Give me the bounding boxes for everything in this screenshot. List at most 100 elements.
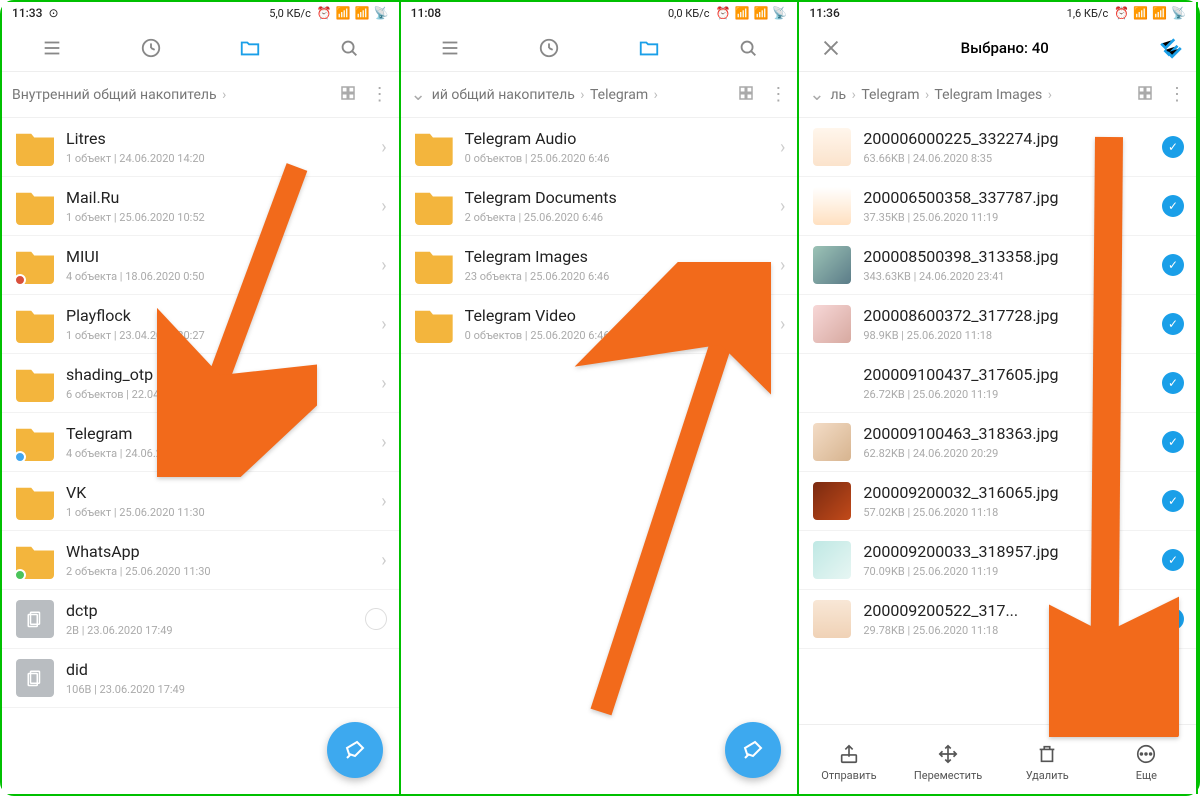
list-item[interactable]: Telegram Video0 объектов | 25.06.2020 6:… <box>401 295 798 354</box>
item-sub: 62.82KB | 24.06.2020 20:29 <box>863 447 1150 460</box>
folder-tab[interactable] <box>230 28 270 68</box>
breadcrumb[interactable]: ль › Telegram › Telegram Images › <box>830 87 1136 103</box>
item-name: 200009100437_317605.jpg <box>863 365 1150 384</box>
more-button[interactable]: ⋮ <box>1168 84 1186 105</box>
list-item[interactable]: 200006500358_337787.jpg37.35KB | 25.06.2… <box>799 177 1196 236</box>
action-label: Удалить <box>1026 769 1069 782</box>
grid-view-button[interactable] <box>737 84 755 106</box>
item-name: Mail.Ru <box>66 188 369 207</box>
recent-tab[interactable] <box>131 28 171 68</box>
checked-icon[interactable]: ✓ <box>1162 195 1184 217</box>
item-name: 200008600372_317728.jpg <box>863 306 1150 325</box>
action-share[interactable]: Отправить <box>809 743 889 782</box>
list-item[interactable]: Playflock1 объект | 23.04.2020 20:27› <box>2 295 399 354</box>
back-chevron[interactable]: ⌄ <box>809 84 824 105</box>
close-selection-button[interactable] <box>811 28 851 68</box>
signal-icon: 📶 <box>336 6 351 20</box>
item-meta: VK 1 объект | 25.06.2020 11:30 <box>66 483 369 519</box>
item-meta: 200009200033_318957.jpg70.09KB | 25.06.2… <box>863 542 1150 578</box>
crumb-1[interactable]: Telegram <box>861 87 919 103</box>
status-bar: 11:36 1,6 КБ/с ⏰📶📶📡 <box>799 2 1196 24</box>
list-item[interactable]: Litres1 объект | 24.06.2020 14:20› <box>2 118 399 177</box>
breadcrumb[interactable]: ий общий накопитель › Telegram › <box>432 87 738 103</box>
list-item[interactable]: 200009200522_317...29.78KB | 25.06.2020 … <box>799 590 1196 649</box>
action-more[interactable]: Еще <box>1106 743 1186 782</box>
crumb-1[interactable]: Telegram <box>590 87 648 103</box>
list-item[interactable]: did106B | 23.06.2020 17:49 <box>2 649 399 708</box>
item-meta: Telegram Documents2 объекта | 25.06.2020… <box>465 188 768 224</box>
item-sub: 1 объект | 23.04.2020 20:27 <box>66 329 369 342</box>
action-trash[interactable]: Удалить <box>1007 743 1087 782</box>
list-item[interactable]: Telegram Audio0 объектов | 25.06.2020 6:… <box>401 118 798 177</box>
more-button[interactable]: ⋮ <box>371 84 389 105</box>
crumb-2[interactable]: Telegram Images <box>934 87 1042 103</box>
grid-view-button[interactable] <box>339 84 357 106</box>
crumb-root[interactable]: Внутренний общий накопитель <box>12 87 217 103</box>
crumb-0[interactable]: ль <box>830 87 846 103</box>
breadcrumb[interactable]: Внутренний общий накопитель › <box>12 87 339 103</box>
item-meta: 200008500398_313358.jpg343.63KB | 24.06.… <box>863 247 1150 283</box>
more-button[interactable]: ⋮ <box>769 84 787 105</box>
folder-icon <box>415 305 453 343</box>
item-meta: MIUI4 объекта | 18.06.2020 0:50 <box>66 247 369 283</box>
chevron-right-icon: › <box>780 196 785 217</box>
grid-view-button[interactable] <box>1136 84 1154 106</box>
select-all-button[interactable] <box>1158 35 1184 61</box>
checked-icon[interactable]: ✓ <box>1162 254 1184 276</box>
list-item[interactable]: 200009200032_316065.jpg57.02KB | 25.06.2… <box>799 472 1196 531</box>
list-item[interactable]: 200009100437_317605.jpg26.72KB | 25.06.2… <box>799 354 1196 413</box>
alarm-icon: ⏰ <box>1114 6 1129 20</box>
item-meta: Telegram Audio0 объектов | 25.06.2020 6:… <box>465 129 768 165</box>
item-name: VK <box>66 483 369 502</box>
checked-icon[interactable]: ✓ <box>1162 136 1184 158</box>
status-time: 11:36 <box>809 6 839 20</box>
search-button[interactable] <box>728 28 768 68</box>
action-move[interactable]: Переместить <box>908 743 988 782</box>
search-button[interactable] <box>329 28 369 68</box>
list-item[interactable]: 200008500398_313358.jpg343.63KB | 24.06.… <box>799 236 1196 295</box>
folder-tab[interactable] <box>629 28 669 68</box>
list-item[interactable]: Telegram Documents2 объекта | 25.06.2020… <box>401 177 798 236</box>
item-meta: 200006500358_337787.jpg37.35KB | 25.06.2… <box>863 188 1150 224</box>
recent-tab[interactable] <box>529 28 569 68</box>
item-sub: 1 объект | 25.06.2020 11:30 <box>66 506 369 519</box>
item-meta: WhatsApp2 объекта | 25.06.2020 11:30 <box>66 542 369 578</box>
list-item[interactable]: 200009100463_318363.jpg62.82KB | 24.06.2… <box>799 413 1196 472</box>
clean-fab[interactable] <box>327 722 383 778</box>
list-item[interactable]: Telegram4 объекта | 24.06.2020 6:50› <box>2 413 399 472</box>
menu-button[interactable] <box>430 28 470 68</box>
checked-icon[interactable]: ✓ <box>1162 313 1184 335</box>
checked-icon[interactable]: ✓ <box>1162 549 1184 571</box>
list-item[interactable]: 200006000225_332274.jpg63.66KB | 24.06.2… <box>799 118 1196 177</box>
selection-toolbar: Выбрано: 40 <box>799 24 1196 72</box>
file-list[interactable]: Litres1 объект | 24.06.2020 14:20›Mail.R… <box>2 118 399 794</box>
list-item[interactable]: WhatsApp2 объекта | 25.06.2020 11:30› <box>2 531 399 590</box>
checked-icon[interactable]: ✓ <box>1162 490 1184 512</box>
select-circle[interactable] <box>365 608 387 630</box>
item-name: 200009200522_317... <box>863 601 1150 620</box>
item-sub: 63.66KB | 24.06.2020 8:35 <box>863 152 1150 165</box>
item-sub: 2 объекта | 25.06.2020 11:30 <box>66 565 369 578</box>
list-item[interactable]: shading_otp6 объектов | 22.04.2020 14:09… <box>2 354 399 413</box>
list-item[interactable]: 200008600372_317728.jpg98.9KB | 25.06.20… <box>799 295 1196 354</box>
list-item[interactable]: Telegram Images23 объекта | 25.06.2020 6… <box>401 236 798 295</box>
chevron-right-icon: › <box>780 137 785 158</box>
top-toolbar <box>2 24 399 72</box>
checked-icon[interactable]: ✓ <box>1162 608 1184 630</box>
list-item[interactable]: Mail.Ru1 объект | 25.06.2020 10:52› <box>2 177 399 236</box>
back-chevron[interactable]: ⌄ <box>411 84 426 105</box>
folder-icon <box>16 187 54 225</box>
checked-icon[interactable]: ✓ <box>1162 372 1184 394</box>
file-icon <box>16 600 54 638</box>
list-item[interactable]: VK1 объект | 25.06.2020 11:30› <box>2 472 399 531</box>
list-item[interactable]: 200009200033_318957.jpg70.09KB | 25.06.2… <box>799 531 1196 590</box>
list-item[interactable]: dctp2B | 23.06.2020 17:49 <box>2 590 399 649</box>
menu-button[interactable] <box>32 28 72 68</box>
file-list[interactable]: 200006000225_332274.jpg63.66KB | 24.06.2… <box>799 118 1196 724</box>
folder-icon <box>415 128 453 166</box>
checked-icon[interactable]: ✓ <box>1162 431 1184 453</box>
crumb-0[interactable]: ий общий накопитель <box>432 87 575 103</box>
file-list[interactable]: Telegram Audio0 объектов | 25.06.2020 6:… <box>401 118 798 794</box>
list-item[interactable]: MIUI4 объекта | 18.06.2020 0:50› <box>2 236 399 295</box>
clean-fab[interactable] <box>725 722 781 778</box>
